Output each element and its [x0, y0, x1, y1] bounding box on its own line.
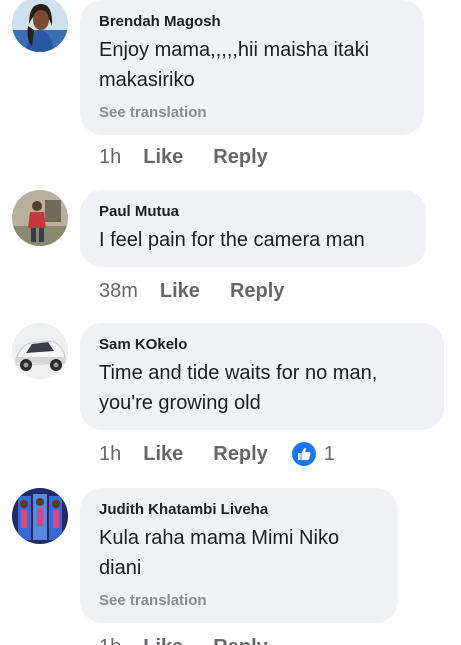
comment-timestamp[interactable]: 1h — [99, 146, 121, 169]
comment-bubble: Judith Khatambi Liveha Kula raha mama Mi… — [80, 488, 398, 623]
like-button[interactable]: Like — [160, 280, 200, 303]
comment-bubble: Brendah Magosh Enjoy mama,,,,,hii maisha… — [80, 0, 424, 135]
comment-timestamp[interactable]: 1h — [99, 443, 121, 466]
comment-author[interactable]: Judith Khatambi Liveha — [99, 500, 380, 519]
see-translation-link[interactable]: See translation — [99, 103, 406, 123]
comment-text: Kula raha mama Mimi Niko diani — [99, 527, 340, 579]
comment-timestamp[interactable]: 38m — [99, 280, 138, 303]
avatar[interactable] — [12, 0, 68, 52]
comments-list: Brendah Magosh Enjoy mama,,,,,hii maisha… — [0, 0, 461, 645]
see-translation-link[interactable]: See translation — [99, 591, 380, 611]
avatar[interactable] — [12, 190, 68, 246]
like-button[interactable]: Like — [143, 443, 183, 466]
comment-text: Time and tide waits for no man, you're g… — [99, 362, 378, 414]
comment-author[interactable]: Sam KOkelo — [99, 335, 426, 354]
comment-actions: 1h Like Reply — [99, 632, 298, 645]
comment-author[interactable]: Brendah Magosh — [99, 12, 406, 31]
reply-button[interactable]: Reply — [230, 280, 284, 303]
comment-actions: 38m Like Reply — [99, 276, 314, 306]
comment-bubble: Sam KOkelo Time and tide waits for no ma… — [80, 323, 444, 430]
comment-text: Enjoy mama,,,,,hii maisha itaki makasiri… — [99, 39, 370, 91]
reply-button[interactable]: Reply — [213, 146, 267, 169]
comment-actions: 1h Like Reply — [99, 142, 298, 172]
avatar[interactable] — [12, 488, 68, 544]
like-button[interactable]: Like — [143, 636, 183, 645]
reaction-summary[interactable]: 1 — [291, 442, 335, 466]
comment-author[interactable]: Paul Mutua — [99, 202, 408, 221]
comment-bubble: Paul Mutua I feel pain for the camera ma… — [80, 190, 426, 267]
like-button[interactable]: Like — [143, 146, 183, 169]
avatar[interactable] — [12, 323, 68, 379]
like-thumb-icon — [291, 442, 316, 466]
comment-actions: 1h Like Reply 1 — [99, 439, 335, 469]
reply-button[interactable]: Reply — [213, 443, 267, 466]
comment-timestamp[interactable]: 1h — [99, 636, 121, 645]
reaction-count: 1 — [323, 442, 335, 465]
comment-text: I feel pain for the camera man — [99, 229, 365, 251]
reply-button[interactable]: Reply — [213, 636, 267, 645]
